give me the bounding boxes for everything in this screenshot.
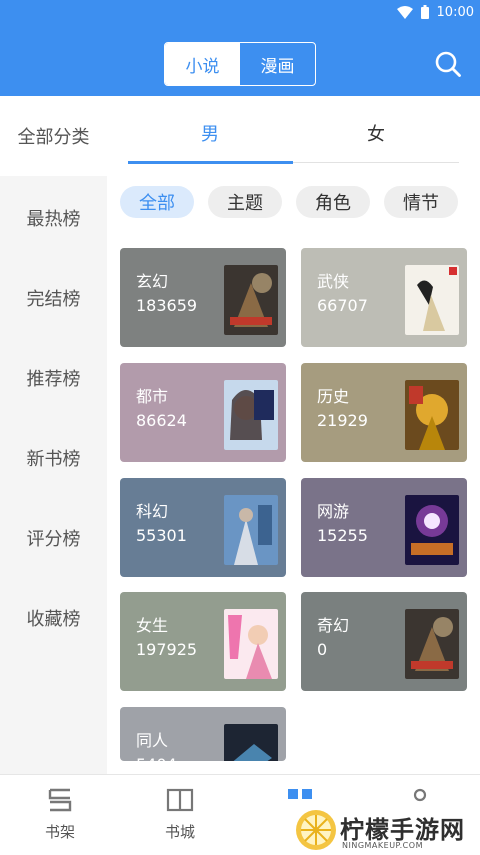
book-cover-image [405, 380, 459, 450]
search-icon[interactable] [434, 50, 462, 78]
segment-comic[interactable]: 漫画 [240, 43, 315, 85]
category-name: 网游 [317, 502, 350, 521]
segment-novel[interactable]: 小说 [165, 43, 240, 85]
category-card[interactable]: 网游 15255 [301, 478, 467, 577]
top-header: 10:00 小说 漫画 [0, 0, 480, 96]
bookshelf-icon [48, 788, 72, 812]
sidebar-item-recommended[interactable]: 推荐榜 [0, 365, 107, 391]
tab-female[interactable]: 女 [294, 120, 458, 146]
category-name: 历史 [317, 387, 350, 406]
nav-bookstore[interactable]: 书城 [140, 787, 220, 842]
category-name: 女生 [136, 616, 169, 635]
category-card[interactable]: 同人 5404 [120, 707, 286, 761]
category-count: 66707 [317, 296, 368, 315]
watermark-text: 柠檬手游网 [340, 816, 465, 844]
category-card[interactable]: 女生 197925 [120, 592, 286, 691]
category-name: 武侠 [317, 272, 350, 291]
category-count: 86624 [136, 411, 187, 430]
category-name: 科幻 [136, 502, 169, 521]
wifi-icon [396, 5, 413, 19]
tab-male[interactable]: 男 [128, 120, 292, 146]
book-cover-image [224, 380, 278, 450]
watermark: 柠檬手游网 NINGMAKEUP.COM [294, 806, 480, 855]
book-cover-image [405, 265, 459, 335]
book-cover-image [224, 609, 278, 679]
category-card[interactable]: 奇幻 0 [301, 592, 467, 691]
sidebar-item-completed[interactable]: 完结榜 [0, 285, 107, 311]
category-name: 玄幻 [136, 272, 169, 291]
category-card[interactable]: 玄幻 183659 [120, 248, 286, 347]
sidebar-item-all[interactable]: 全部分类 [0, 96, 107, 176]
category-sidebar: 全部分类 最热榜 完结榜 推荐榜 新书榜 评分榜 收藏榜 [0, 96, 107, 774]
category-card[interactable]: 都市 86624 [120, 363, 286, 462]
sidebar-item-rating[interactable]: 评分榜 [0, 525, 107, 551]
nav-bookshelf[interactable]: 书架 [20, 787, 100, 842]
book-cover-image [224, 265, 278, 335]
filter-all[interactable]: 全部 [120, 186, 194, 218]
category-count: 197925 [136, 640, 198, 659]
category-card[interactable]: 科幻 55301 [120, 478, 286, 577]
book-cover-image [224, 724, 278, 761]
status-time: 10:00 [436, 4, 474, 20]
nav-label: 书架 [44, 823, 75, 841]
sidebar-item-new[interactable]: 新书榜 [0, 445, 107, 471]
category-count: 15255 [317, 526, 368, 545]
category-count: 0 [317, 640, 328, 659]
book-icon [166, 788, 194, 812]
book-cover-image [405, 495, 459, 565]
category-count: 183659 [136, 296, 198, 315]
category-card[interactable]: 武侠 66707 [301, 248, 467, 347]
book-cover-image [224, 495, 278, 565]
filter-theme[interactable]: 主题 [208, 186, 282, 218]
category-count: 21929 [317, 411, 368, 430]
status-bar: 10:00 [396, 2, 474, 22]
content-type-switch: 小说 漫画 [164, 42, 316, 86]
lemon-logo-icon [296, 810, 336, 850]
filter-character[interactable]: 角色 [296, 186, 370, 218]
sidebar-item-favorites[interactable]: 收藏榜 [0, 605, 107, 631]
tab-indicator [128, 161, 293, 164]
category-name: 奇幻 [317, 616, 350, 635]
watermark-subtext: NINGMAKEUP.COM [342, 841, 423, 850]
category-count: 55301 [136, 526, 187, 545]
sidebar-item-hottest[interactable]: 最热榜 [0, 205, 107, 231]
filter-plot[interactable]: 情节 [384, 186, 458, 218]
battery-icon [420, 5, 429, 19]
category-count: 5404 [136, 755, 177, 761]
nav-label: 书城 [164, 823, 195, 841]
category-name: 同人 [136, 731, 169, 750]
category-name: 都市 [136, 387, 169, 406]
category-card[interactable]: 历史 21929 [301, 363, 467, 462]
book-cover-image [405, 609, 459, 679]
